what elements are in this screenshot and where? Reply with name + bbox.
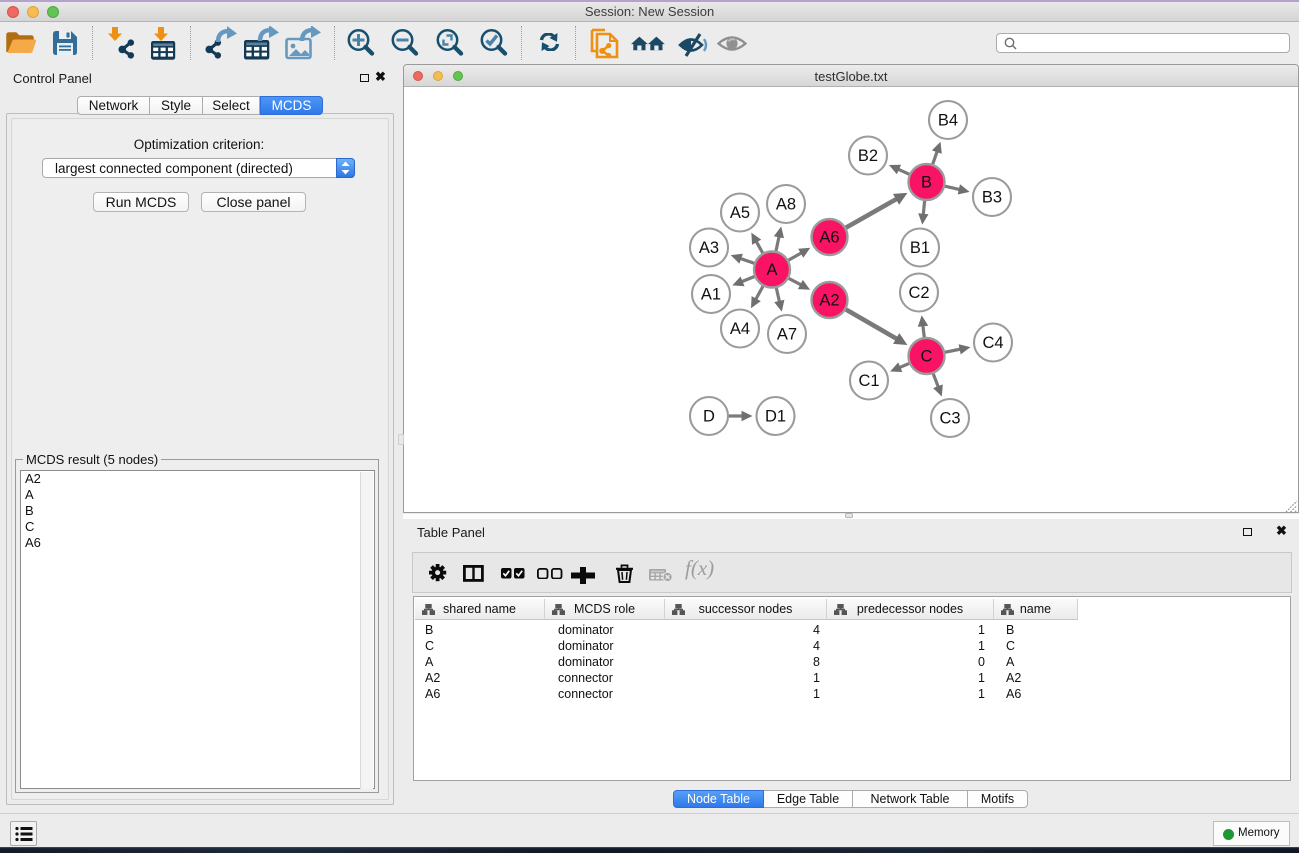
svg-text:C: C xyxy=(921,348,933,366)
svg-text:D1: D1 xyxy=(765,408,786,426)
svg-text:B2: B2 xyxy=(858,147,878,165)
svg-text:A7: A7 xyxy=(777,326,797,344)
svg-text:A4: A4 xyxy=(730,320,750,338)
svg-text:A: A xyxy=(766,261,777,279)
svg-text:D: D xyxy=(703,408,715,426)
svg-text:C2: C2 xyxy=(908,284,929,302)
svg-text:B3: B3 xyxy=(982,189,1002,207)
svg-text:A3: A3 xyxy=(699,239,719,257)
svg-text:A6: A6 xyxy=(819,229,839,247)
svg-text:A2: A2 xyxy=(819,292,839,310)
svg-text:C3: C3 xyxy=(939,410,960,428)
svg-text:A1: A1 xyxy=(701,286,721,304)
svg-text:C1: C1 xyxy=(858,372,879,390)
svg-text:C4: C4 xyxy=(982,334,1003,352)
svg-text:B1: B1 xyxy=(910,239,930,257)
svg-text:B4: B4 xyxy=(938,112,958,130)
svg-text:B: B xyxy=(921,174,932,192)
svg-text:A5: A5 xyxy=(730,204,750,222)
svg-text:A8: A8 xyxy=(776,196,796,214)
